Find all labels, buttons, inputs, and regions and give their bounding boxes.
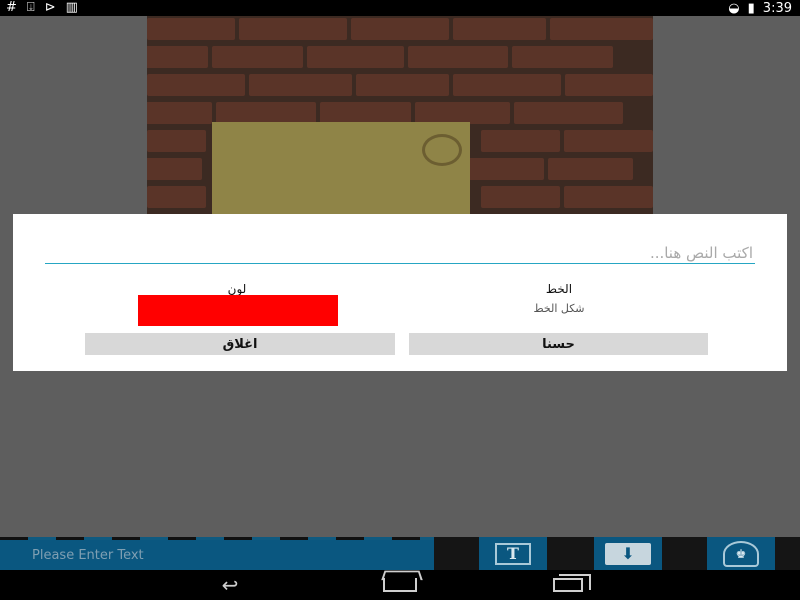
font-label: الخط [545,282,573,296]
recent-apps-button[interactable] [528,570,608,600]
download-icon: ⬇ [605,542,651,565]
text-input[interactable] [45,242,755,264]
share-button[interactable]: ♚ [707,537,775,570]
add-text-dialog: لون الخط شكل الخط اغلاق حسنا [13,214,787,371]
barcode-icon: ▥ [65,0,78,15]
color-label: لون [227,282,247,296]
back-icon: ↩ [221,573,239,597]
bottom-toolbar: T ⬇ ♚ [0,537,800,570]
enter-text-input[interactable] [0,540,434,570]
home-icon [383,578,417,592]
close-button[interactable]: اغلاق [85,333,395,355]
recent-apps-icon [553,574,591,592]
hash-icon: # [6,0,17,15]
battery-icon: ▮ [747,0,755,16]
background-photo [147,16,653,214]
wifi-icon: ◒ [728,0,740,16]
text-icon: T [495,542,531,565]
user-icon: ♚ [723,540,759,567]
add-text-button[interactable]: T [479,537,547,570]
status-bar: # ⍗ ⊳ ▥ ◒ ▮ 3:39 [0,0,800,16]
play-store-icon: ⊳ [44,0,56,15]
back-button[interactable]: ↩ [190,570,270,600]
save-button[interactable]: ⬇ [594,537,662,570]
ok-button[interactable]: حسنا [409,333,708,355]
status-time: 3:39 [762,0,792,16]
home-button[interactable] [360,570,440,600]
metal-plate [212,122,470,214]
download-icon: ⍗ [26,0,35,15]
navigation-bar: ↩ [0,570,800,600]
color-picker-swatch[interactable] [138,295,338,326]
font-selector[interactable]: شكل الخط [459,302,659,315]
